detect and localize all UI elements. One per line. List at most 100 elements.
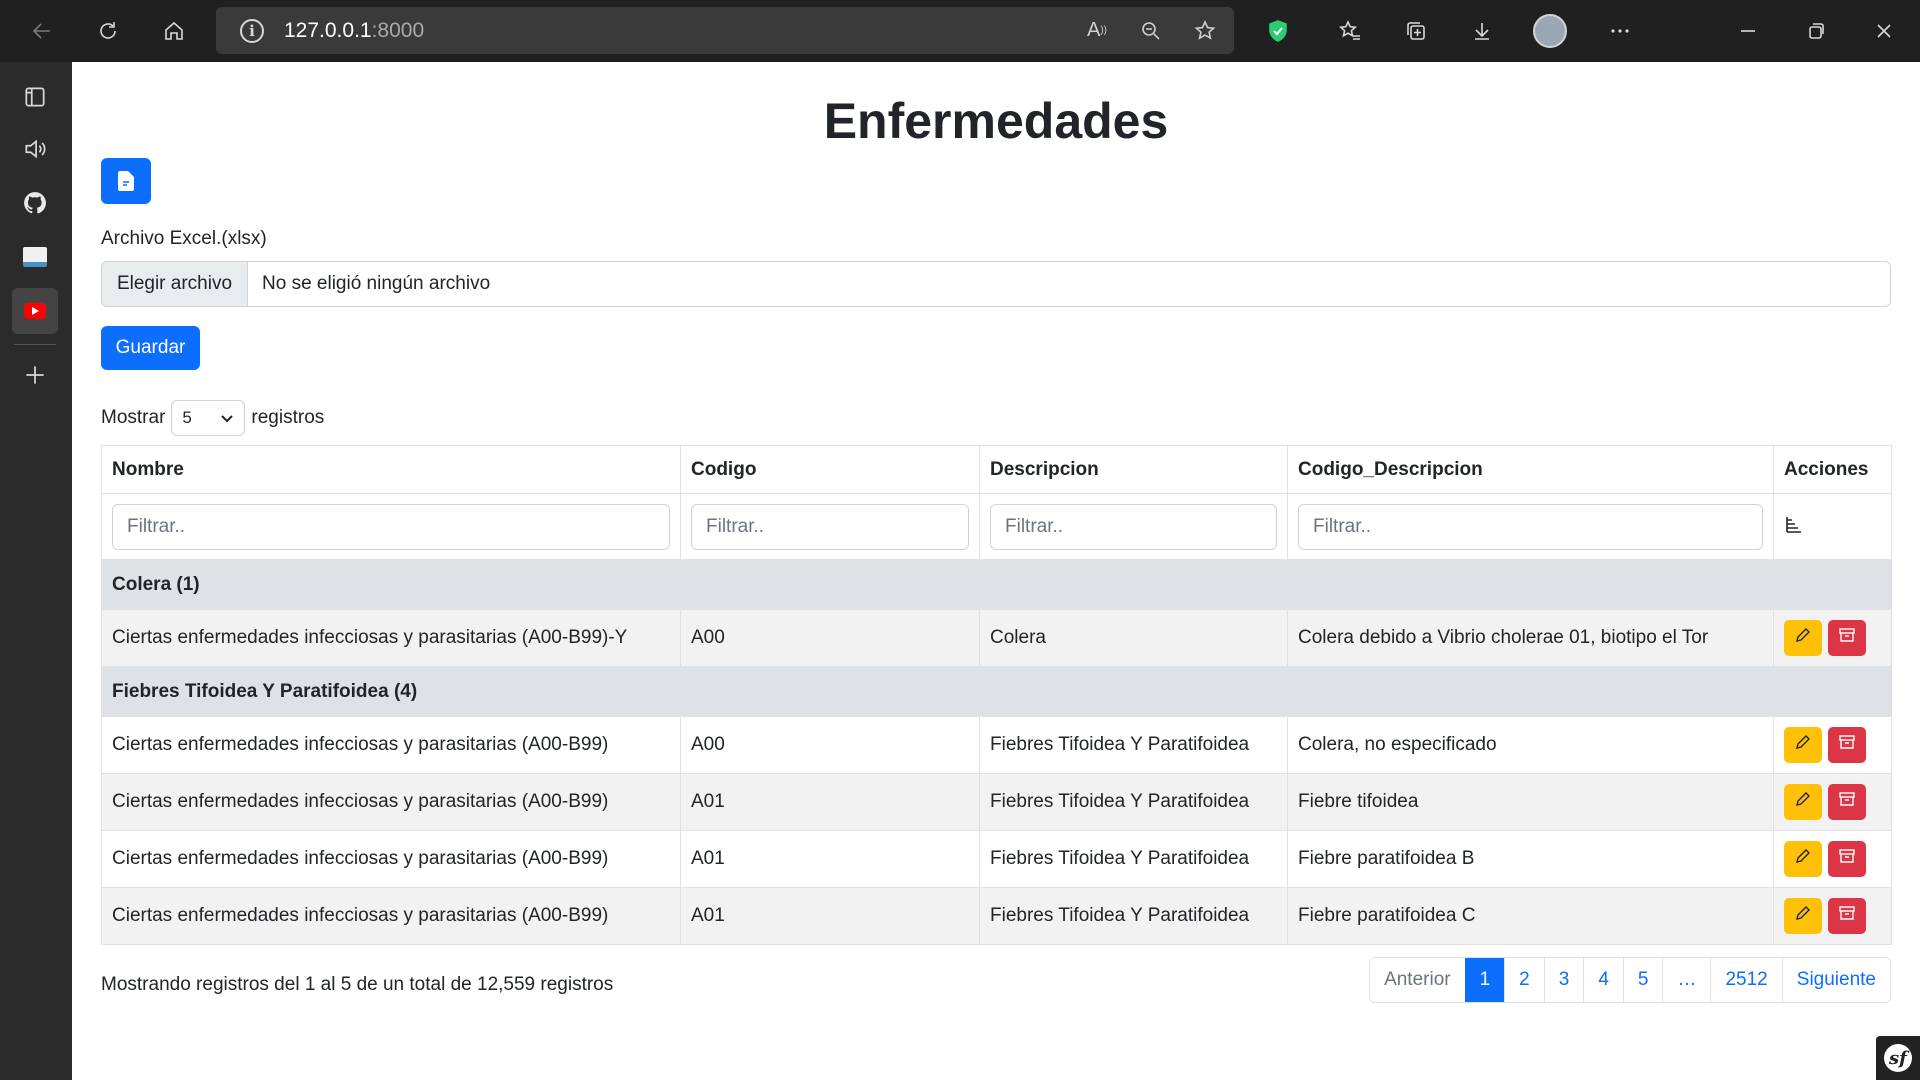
site-info-icon[interactable]: i xyxy=(240,18,264,43)
youtube-icon[interactable] xyxy=(12,288,58,334)
close-window-icon[interactable] xyxy=(1862,9,1906,53)
back-icon[interactable] xyxy=(20,9,64,53)
group-label: Fiebres Tifoidea Y Paratifoidea (4) xyxy=(101,666,1892,717)
edit-button[interactable] xyxy=(1784,898,1822,934)
page-button[interactable]: 4 xyxy=(1583,958,1623,1002)
column-header[interactable]: Nombre xyxy=(101,445,681,494)
pencil-icon xyxy=(1794,733,1812,757)
table-cell: Ciertas enfermedades infecciosas y paras… xyxy=(101,830,681,888)
export-file-button[interactable] xyxy=(101,158,151,204)
symfony-toolbar-toggle[interactable]: sf xyxy=(1876,1036,1920,1080)
table-cell: Ciertas enfermedades infecciosas y paras… xyxy=(101,773,681,831)
group-row[interactable]: Fiebres Tifoidea Y Paratifoidea (4) xyxy=(101,666,1892,717)
page-title: Enfermedades xyxy=(823,93,1169,149)
favorites-icon[interactable] xyxy=(1328,9,1372,53)
choose-file-button[interactable]: Elegir archivo xyxy=(102,262,248,306)
file-field-label: Archivo Excel.(xlsx) xyxy=(101,228,267,249)
group-row[interactable]: Colera (1) xyxy=(101,559,1892,610)
table-cell: Colera xyxy=(979,609,1288,667)
next-page-button[interactable]: Siguiente xyxy=(1781,958,1890,1002)
actions-cell xyxy=(1773,773,1892,831)
table-cell: Ciertas enfermedades infecciosas y paras… xyxy=(101,609,681,667)
address-bar[interactable]: i 127.0.0.1:8000 A)) xyxy=(216,7,1234,54)
delete-button[interactable] xyxy=(1828,898,1866,934)
edit-button[interactable] xyxy=(1784,784,1822,820)
filter-input[interactable]: Filtrar.. xyxy=(112,503,670,550)
minimize-icon[interactable] xyxy=(1726,9,1770,53)
home-icon[interactable] xyxy=(152,9,196,53)
prev-page-button[interactable]: Anterior xyxy=(1370,958,1465,1002)
table-row: Ciertas enfermedades infecciosas y paras… xyxy=(101,773,1892,831)
page-button[interactable]: … xyxy=(1662,958,1711,1002)
actions-cell xyxy=(1773,887,1892,945)
speaker-icon[interactable] xyxy=(12,126,58,172)
actions-cell xyxy=(1773,830,1892,888)
delete-button[interactable] xyxy=(1828,620,1866,656)
restore-icon[interactable] xyxy=(1794,9,1838,53)
edit-button[interactable] xyxy=(1784,727,1822,763)
delete-button[interactable] xyxy=(1828,727,1866,763)
archive-icon xyxy=(1838,847,1856,871)
filter-cell: Filtrar.. xyxy=(680,493,980,560)
symfony-logo-icon: sf xyxy=(1884,1044,1912,1072)
browser-sidebar xyxy=(0,62,72,1080)
actions-cell xyxy=(1773,609,1892,667)
refresh-icon[interactable] xyxy=(86,9,130,53)
shield-icon[interactable] xyxy=(1256,9,1300,53)
delete-button[interactable] xyxy=(1828,841,1866,877)
add-icon[interactable] xyxy=(12,352,58,398)
table-cell: Fiebres Tifoidea Y Paratifoidea xyxy=(979,830,1288,888)
table-cell: Colera debido a Vibrio cholerae 01, biot… xyxy=(1287,609,1774,667)
column-header[interactable]: Codigo_Descripcion xyxy=(1287,445,1774,494)
filter-input[interactable]: Filtrar.. xyxy=(1298,503,1763,550)
more-menu-icon[interactable] xyxy=(1598,9,1642,53)
add-favorite-icon[interactable] xyxy=(1190,16,1220,46)
column-header[interactable]: Acciones xyxy=(1773,445,1892,494)
page-length-control: Mostrar 5 registros xyxy=(101,400,324,436)
table-row: Ciertas enfermedades infecciosas y paras… xyxy=(101,609,1892,667)
table-cell: A00 xyxy=(680,716,980,774)
read-aloud-icon[interactable]: A)) xyxy=(1082,16,1112,46)
column-header[interactable]: Codigo xyxy=(680,445,980,494)
page-button[interactable]: 2512 xyxy=(1710,958,1782,1002)
edit-button[interactable] xyxy=(1784,620,1822,656)
sidebar-toggle-icon[interactable] xyxy=(12,74,58,120)
filter-cell: Filtrar.. xyxy=(1287,493,1774,560)
chevron-down-icon xyxy=(221,415,234,423)
pencil-icon xyxy=(1794,847,1812,871)
table-body: Colera (1) Ciertas enfermedades infeccios… xyxy=(101,559,1892,945)
filter-input[interactable]: Filtrar.. xyxy=(990,503,1277,550)
app-shortcut-icon[interactable] xyxy=(12,234,58,280)
page-button[interactable]: 5 xyxy=(1622,958,1663,1002)
file-input[interactable]: Elegir archivo No se eligió ningún archi… xyxy=(101,261,1891,307)
sidebar-divider xyxy=(14,344,56,345)
filter-input[interactable]: Filtrar.. xyxy=(691,503,969,550)
page-button[interactable]: 2 xyxy=(1504,958,1544,1002)
table-row: Ciertas enfermedades infecciosas y paras… xyxy=(101,716,1892,774)
pagination: Anterior 1 2 3 4 5… 2512 Siguiente xyxy=(1369,957,1891,1003)
table-cell: Fiebre paratifoidea B xyxy=(1287,830,1774,888)
edit-button[interactable] xyxy=(1784,841,1822,877)
pencil-icon xyxy=(1794,790,1812,814)
sort-icon[interactable] xyxy=(1784,516,1804,539)
page-viewport: Enfermedades Archivo Excel.(xlsx) Elegir… xyxy=(72,62,1920,1080)
download-icon[interactable] xyxy=(1460,9,1504,53)
table-cell: Fiebres Tifoidea Y Paratifoidea xyxy=(979,773,1288,831)
collections-icon[interactable] xyxy=(1394,9,1438,53)
column-header[interactable]: Descripcion xyxy=(979,445,1288,494)
table-filter-row: Filtrar.. Filtrar.. Filtrar.. Filtrar.. xyxy=(101,493,1892,560)
archive-icon xyxy=(1838,904,1856,928)
zoom-out-icon[interactable] xyxy=(1136,16,1166,46)
file-name-text: No se eligió ningún archivo xyxy=(262,273,491,294)
table-cell: Colera, no especificado xyxy=(1287,716,1774,774)
page-button[interactable]: 3 xyxy=(1543,958,1584,1002)
url-text: 127.0.0.1:8000 xyxy=(284,18,425,42)
archive-icon xyxy=(1838,626,1856,650)
page-length-select[interactable]: 5 xyxy=(171,400,246,436)
delete-button[interactable] xyxy=(1828,784,1866,820)
github-icon[interactable] xyxy=(12,180,58,226)
profile-avatar[interactable] xyxy=(1528,9,1572,53)
save-button[interactable]: Guardar xyxy=(101,326,200,370)
table-cell: Fiebre tifoidea xyxy=(1287,773,1774,831)
page-button[interactable]: 1 xyxy=(1464,958,1505,1002)
